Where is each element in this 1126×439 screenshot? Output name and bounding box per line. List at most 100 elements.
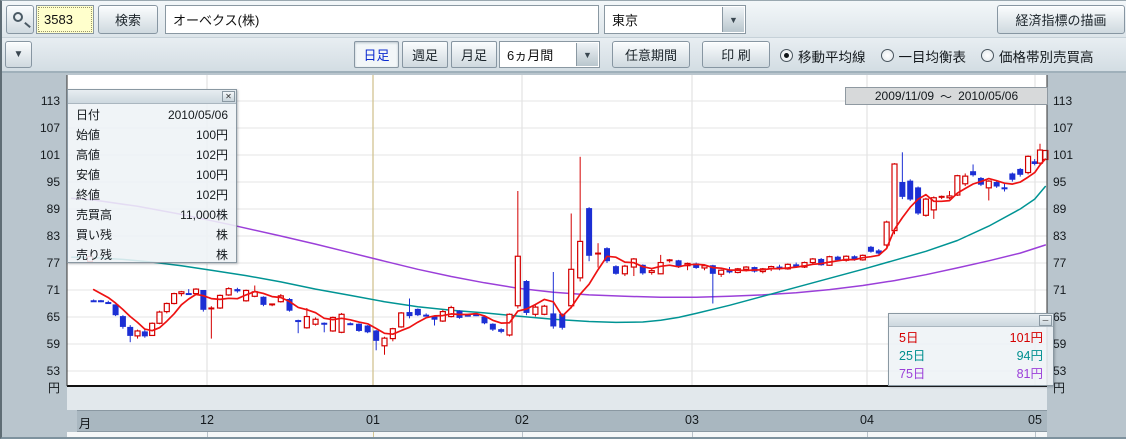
- month-label: 04: [860, 413, 874, 427]
- month-tick: [522, 432, 523, 437]
- info-row-value: 102円: [196, 186, 228, 203]
- stock-chart-app: 3583 検索 オーベクス(株) 東京 ▼ 経済指標の描画 ▼ 日足 週足 月足…: [0, 0, 1126, 439]
- tab-monthly-label: 月足: [461, 45, 487, 64]
- legend-row: 25日94円: [889, 345, 1053, 363]
- month-label: 05: [1028, 413, 1042, 427]
- month-label: 03: [685, 413, 699, 427]
- custom-period-button[interactable]: 任意期間: [612, 41, 690, 68]
- y-tick-label: 71: [16, 283, 60, 297]
- radio-overlay[interactable]: 一目均衡表: [881, 46, 967, 66]
- radio-off-icon[interactable]: [881, 49, 894, 62]
- tab-monthly[interactable]: 月足: [451, 41, 497, 68]
- y-tick-label: 83: [16, 229, 60, 243]
- legend-rows: 5日 101円25日94円75日81円: [889, 327, 1053, 381]
- info-row: 買い残 株: [68, 224, 236, 244]
- date-range-box: 2009/11/09 ～ 2010/05/06: [845, 87, 1048, 105]
- stock-code-input[interactable]: 3583: [36, 5, 94, 34]
- search-button-label: 検索: [115, 10, 141, 29]
- info-row: 売り残株: [68, 244, 236, 264]
- radio-label: 一目均衡表: [899, 46, 967, 66]
- radio-selected-overlay[interactable]: 移動平均線: [780, 46, 866, 66]
- x-axis-strip: [67, 387, 1047, 410]
- search-icon-button[interactable]: [6, 5, 34, 34]
- info-row-label: 終値: [76, 186, 100, 203]
- ohlc-info-box[interactable]: ✕ 日付2010/05/06始値100円高値102円安値100円終値102円売買…: [67, 89, 237, 263]
- print-label: 印 刷: [721, 45, 751, 64]
- toolbar-row-2: ▼ 日足 週足 月足 6ヵ月間 ▼ 任意期間 印 刷 移動平均線 一目均衡表 価格帯…: [2, 38, 1126, 73]
- legend-ma-value: 81円: [1017, 363, 1043, 382]
- legend-ma-label: 5日: [899, 327, 918, 346]
- month-label: 02: [515, 413, 529, 427]
- x-axis-unit: 月: [79, 413, 92, 432]
- legend-row: 75日81円: [889, 363, 1053, 381]
- minimize-icon[interactable]: ─: [1039, 315, 1052, 326]
- tab-daily[interactable]: 日足: [354, 41, 399, 68]
- legend-ma-value: 101円: [1010, 327, 1043, 346]
- radio-label: 価格帯別売買高: [999, 46, 1094, 66]
- panel-collapse-button[interactable]: ▼: [5, 41, 32, 68]
- y-tick-label: 95: [1053, 175, 1097, 189]
- chevron-down-icon[interactable]: ▼: [576, 43, 598, 66]
- info-row-value: 株: [216, 246, 228, 263]
- y-tick-label: 65: [16, 310, 60, 324]
- date-range-end: 2010/05/06: [958, 89, 1018, 103]
- y-tick-label: 113: [16, 94, 60, 108]
- y-tick-label: 59: [16, 337, 60, 351]
- x-axis-month-band: [77, 410, 1047, 432]
- info-row: 終値 102円: [68, 184, 236, 204]
- tab-weekly-label: 週足: [412, 45, 438, 64]
- ma-legend-box[interactable]: ─ 5日 101円25日94円75日81円: [888, 313, 1054, 386]
- radio-overlay[interactable]: 価格帯別売買高: [981, 46, 1094, 66]
- date-range-start: 2009/11/09: [875, 89, 934, 103]
- search-icon: [13, 12, 23, 22]
- y-axis-unit: 円: [16, 379, 60, 396]
- close-icon[interactable]: ✕: [222, 91, 235, 102]
- legend-row: 5日 101円: [889, 327, 1053, 345]
- print-button[interactable]: 印 刷: [702, 41, 770, 68]
- exchange-select[interactable]: 東京 ▼: [604, 5, 746, 34]
- info-row-label: 高値: [76, 146, 100, 163]
- period-select[interactable]: 6ヵ月間 ▼: [499, 41, 600, 68]
- legend-ma-value: 94円: [1017, 345, 1043, 364]
- radio-on-icon[interactable]: [780, 49, 793, 62]
- chart-panel: 1131071019589837771655953円 1131071019589…: [2, 73, 1126, 439]
- month-tick: [692, 432, 693, 437]
- toolbar-row-1: 3583 検索 オーベクス(株) 東京 ▼ 経済指標の描画: [2, 1, 1126, 38]
- y-tick-label: 65: [1053, 310, 1097, 324]
- y-tick-label: 107: [16, 121, 60, 135]
- info-row-label: 始値: [76, 126, 100, 143]
- search-button[interactable]: 検索: [98, 5, 158, 34]
- info-row-label: 買い残: [76, 226, 112, 243]
- radio-off-icon[interactable]: [981, 49, 994, 62]
- info-row-value: 102円: [196, 146, 228, 163]
- chevron-down-icon[interactable]: ▼: [722, 7, 744, 32]
- info-box-titlebar[interactable]: ✕: [68, 90, 236, 104]
- y-tick-label: 101: [16, 148, 60, 162]
- legend-titlebar[interactable]: ─: [889, 314, 1053, 327]
- month-label: 01: [366, 413, 380, 427]
- y-tick-label: 95: [16, 175, 60, 189]
- custom-period-label: 任意期間: [625, 45, 677, 64]
- tab-daily-label: 日足: [363, 45, 389, 64]
- y-tick-label: 53: [16, 364, 60, 378]
- stock-name-input[interactable]: オーベクス(株): [165, 5, 599, 34]
- info-row: 日付2010/05/06: [68, 104, 236, 124]
- draw-econ-label: 経済指標の描画: [1015, 10, 1106, 29]
- exchange-value: 東京: [612, 10, 638, 29]
- info-row-value: 2010/05/06: [168, 108, 228, 122]
- month-tick: [1035, 432, 1036, 437]
- y-axis-unit: 円: [1053, 379, 1097, 396]
- x-axis-below-band: [67, 432, 1047, 439]
- info-box-rows: 日付2010/05/06始値100円高値102円安値100円終値102円売買高1…: [68, 104, 236, 264]
- month-tick: [867, 432, 868, 437]
- draw-economic-indicator-button[interactable]: 経済指標の描画: [997, 5, 1125, 34]
- info-row-value: 株: [216, 226, 228, 243]
- info-row-label: 売買高: [76, 206, 112, 223]
- y-tick-label: 59: [1053, 337, 1097, 351]
- y-tick-label: 101: [1053, 148, 1097, 162]
- info-row: 始値100円: [68, 124, 236, 144]
- month-tick: [207, 432, 208, 437]
- month-label: 12: [200, 413, 214, 427]
- tab-weekly[interactable]: 週足: [402, 41, 448, 68]
- info-row-value: 11,000株: [180, 206, 228, 223]
